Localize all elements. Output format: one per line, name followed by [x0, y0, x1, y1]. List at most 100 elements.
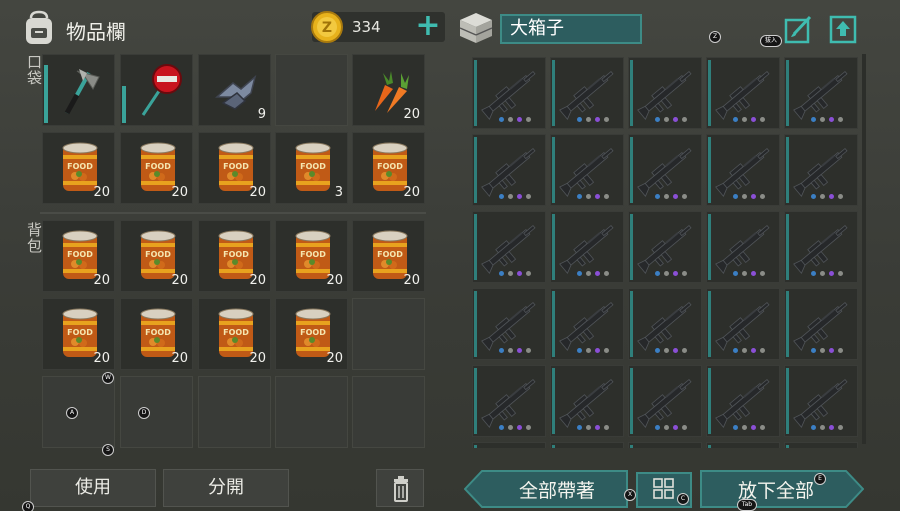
backpack-slot[interactable]: FOOD 20 [42, 220, 115, 292]
attachment-dot [838, 348, 843, 353]
attachment-dot [742, 271, 747, 276]
trash-button[interactable] [376, 469, 424, 507]
storage-slot[interactable] [784, 57, 858, 129]
attachment-dot [655, 425, 660, 430]
attachment-dot [733, 271, 738, 276]
attachment-dot [838, 271, 843, 276]
storage-slot[interactable] [472, 365, 546, 437]
use-button[interactable]: 使用 [30, 469, 156, 507]
storage-slot[interactable] [706, 288, 780, 360]
pocket-slot-empty[interactable] [275, 54, 348, 126]
svg-text:FOOD: FOOD [223, 328, 249, 337]
assault-rifle-icon [637, 302, 692, 351]
pocket-slot[interactable] [120, 54, 193, 126]
backpack-slot-empty[interactable] [120, 376, 193, 448]
storage-slot[interactable] [550, 288, 624, 360]
split-button[interactable]: 分開 [163, 469, 289, 507]
pocket-slot[interactable]: FOOD 20 [198, 132, 271, 204]
backpack-slot-empty[interactable] [198, 376, 271, 448]
backpack-slot[interactable]: FOOD 20 [198, 298, 271, 370]
backpack-slot[interactable]: FOOD 20 [198, 220, 271, 292]
pocket-slot[interactable] [42, 54, 115, 126]
storage-slot[interactable] [550, 365, 624, 437]
inventory-header: 物品欄 Z 334 + [22, 8, 445, 48]
take-all-button[interactable]: 全部帶著 [464, 470, 628, 508]
storage-slot[interactable] [550, 211, 624, 283]
storage-slot[interactable] [706, 365, 780, 437]
backpack-slot[interactable]: FOOD 20 [275, 220, 348, 292]
attachment-dot [673, 194, 678, 199]
attachment-dots [499, 425, 531, 431]
storage-slot[interactable] [706, 57, 780, 129]
attachment-dot [595, 271, 600, 276]
attachment-dot [733, 117, 738, 122]
attachment-dot [499, 348, 504, 353]
storage-slot[interactable] [784, 288, 858, 360]
pocket-slot[interactable]: FOOD 20 [352, 132, 425, 204]
attachment-dots [733, 348, 765, 354]
backpack-slot[interactable]: FOOD 20 [275, 298, 348, 370]
storage-slot[interactable] [628, 211, 702, 283]
storage-slot[interactable] [472, 134, 546, 206]
storage-slot[interactable] [706, 442, 780, 448]
durability-bar [44, 65, 48, 123]
attachment-dot [751, 271, 756, 276]
backpack-slot-empty[interactable] [42, 376, 115, 448]
item-quantity: 20 [171, 351, 188, 366]
storage-slot[interactable] [628, 57, 702, 129]
attachment-dot [577, 117, 582, 122]
slot-rarity-bar [630, 214, 633, 280]
sort-brush-button[interactable] [784, 14, 814, 44]
storage-slot[interactable] [550, 442, 624, 448]
attachment-dot [820, 117, 825, 122]
slot-rarity-bar [786, 291, 789, 357]
storage-slot[interactable] [784, 442, 858, 448]
backpack-slot[interactable]: FOOD 20 [352, 220, 425, 292]
storage-slot[interactable] [784, 365, 858, 437]
attachment-dot [733, 194, 738, 199]
slot-rarity-bar [474, 291, 477, 357]
backpack-slot-empty[interactable] [352, 298, 425, 370]
storage-slot[interactable] [784, 211, 858, 283]
add-coins-button[interactable]: + [413, 11, 443, 42]
backpack-slot-empty[interactable] [352, 376, 425, 448]
attachment-dot [604, 194, 609, 199]
storage-slot[interactable] [472, 288, 546, 360]
pocket-slot[interactable]: FOOD 20 [42, 132, 115, 204]
storage-slot[interactable] [628, 365, 702, 437]
storage-slot[interactable] [628, 442, 702, 448]
attachment-dot [742, 194, 747, 199]
slot-rarity-bar [708, 214, 711, 280]
upload-button[interactable] [828, 14, 858, 44]
backpack-slot[interactable]: FOOD 20 [120, 220, 193, 292]
assault-rifle-icon [715, 71, 770, 120]
pocket-slot[interactable]: 20 [352, 54, 425, 126]
storage-slot[interactable] [472, 211, 546, 283]
storage-slot[interactable] [706, 211, 780, 283]
storage-slot[interactable] [550, 134, 624, 206]
pocket-slot[interactable]: FOOD 20 [120, 132, 193, 204]
attachment-dot [682, 425, 687, 430]
backpack-slot[interactable]: FOOD 20 [120, 298, 193, 370]
backpack-slot[interactable]: FOOD 20 [42, 298, 115, 370]
attachment-dots [655, 194, 687, 200]
slot-rarity-bar [630, 291, 633, 357]
storage-slot[interactable] [472, 442, 546, 448]
attachment-dot [742, 425, 747, 430]
pocket-slot[interactable]: FOOD 3 [275, 132, 348, 204]
attachment-dot [508, 117, 513, 122]
attachment-dots [811, 271, 843, 277]
attachment-dot [655, 117, 660, 122]
storage-slot[interactable] [706, 134, 780, 206]
attachment-dot [517, 271, 522, 276]
storage-slot[interactable] [628, 288, 702, 360]
storage-slot[interactable] [628, 134, 702, 206]
pocket-slot[interactable]: 9 [198, 54, 271, 126]
storage-slot[interactable] [472, 57, 546, 129]
storage-slot[interactable] [550, 57, 624, 129]
attachment-dots [499, 271, 531, 277]
storage-scrollbar[interactable] [862, 54, 866, 444]
drop-all-button[interactable]: 放下全部 [700, 470, 864, 508]
backpack-slot-empty[interactable] [275, 376, 348, 448]
storage-slot[interactable] [784, 134, 858, 206]
